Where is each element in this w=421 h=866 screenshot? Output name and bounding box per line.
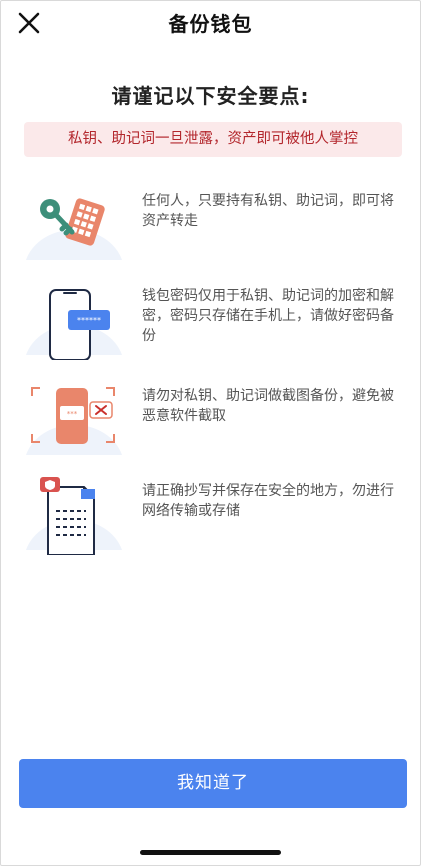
confirm-button[interactable]: 我知道了 — [19, 759, 407, 808]
tip-item-1: 任何人，只要持有私钥、助记词，即可将资产转走 — [0, 185, 421, 265]
no-screenshot-illustration: *** — [26, 387, 122, 455]
security-heading: 请谨记以下安全要点: — [111, 84, 310, 108]
warning-banner: 私钥、助记词一旦泄露，资产即可被他人掌控 — [24, 122, 402, 157]
svg-text:******: ****** — [77, 316, 101, 325]
tip-item-2: ****** 钱包密码仅用于私钥、助记词的加密和解密，密码只存储在手机上，请做好… — [0, 280, 421, 360]
home-indicator — [140, 850, 281, 855]
tip-text-3: 请勿对私钥、助记词做截图备份，避免被恶意软件截取 — [142, 388, 394, 424]
tip-text-2: 钱包密码仅用于私钥、助记词的加密和解密，密码只存储在手机上，请做好密码备份 — [142, 288, 394, 344]
tip-item-3: *** 请勿对私钥、助记词做截图备份，避免被恶意软件截取 — [0, 380, 421, 460]
header: 备份钱包 — [0, 0, 421, 44]
paper-backup-illustration — [26, 477, 122, 555]
tip-text-1: 任何人，只要持有私钥、助记词，即可将资产转走 — [142, 193, 394, 229]
tip-item-4: 请正确抄写并保存在安全的地方，勿进行网络传输或存储 — [0, 475, 421, 555]
phone-password-illustration: ****** — [26, 289, 122, 360]
key-and-mnemonic-illustration — [26, 198, 122, 260]
tip-text-4: 请正确抄写并保存在安全的地方，勿进行网络传输或存储 — [142, 483, 394, 519]
page-title: 备份钱包 — [168, 12, 253, 36]
svg-text:***: *** — [67, 410, 78, 418]
